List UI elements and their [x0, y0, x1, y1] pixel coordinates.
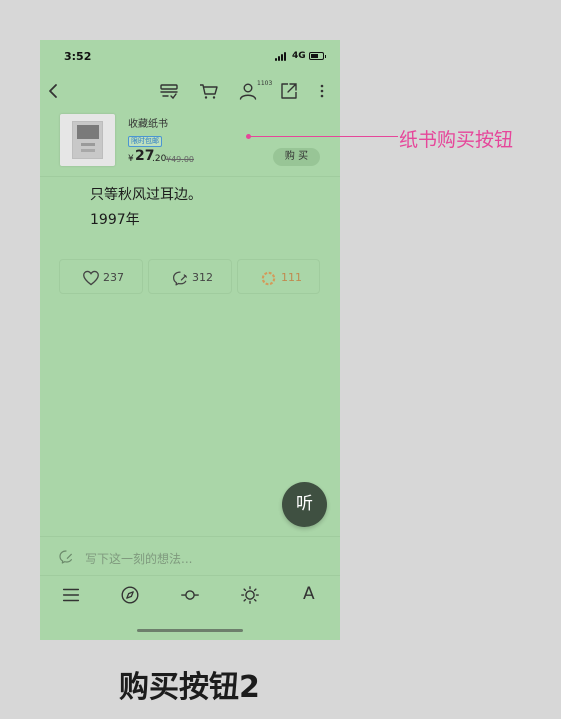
back-icon[interactable]: [42, 79, 66, 103]
pen-comment-icon: [59, 550, 72, 564]
paper-book-card[interactable]: 收藏纸书 限时包邮 ¥ 27 .20 ¥49.00 购 买: [40, 107, 340, 177]
font-settings-button[interactable]: A: [303, 584, 315, 604]
heart-icon: [83, 270, 99, 286]
listen-button[interactable]: 听: [282, 482, 327, 527]
thought-input-placeholder: 写下这一刻的想法...: [85, 552, 193, 566]
share-icon[interactable]: [277, 79, 301, 103]
status-bar: 3:52 4G: [40, 40, 340, 76]
promo-tag: 限时包邮: [128, 136, 162, 147]
buy-button[interactable]: 购 买: [273, 148, 320, 166]
circle-share-icon: [261, 271, 276, 286]
price-symbol: ¥: [128, 154, 134, 164]
content-line: 只等秋风过耳边。: [90, 187, 202, 203]
cart-icon[interactable]: [197, 79, 221, 103]
original-price: ¥49.00: [166, 155, 194, 164]
brightness-icon[interactable]: [239, 584, 261, 606]
book-title: 收藏纸书: [128, 119, 168, 130]
battery-icon: [309, 52, 326, 60]
network-type: 4G: [292, 51, 306, 61]
phone-screen: 3:52 4G 1103 收藏纸书 限时包邮 ¥ 27 .20 ¥49.00 购…: [40, 40, 340, 640]
share-count: 111: [281, 271, 302, 284]
book-cover[interactable]: [60, 114, 115, 166]
more-icon[interactable]: [310, 79, 334, 103]
content-line: 1997年: [90, 212, 140, 228]
comment-icon: [172, 271, 188, 286]
annotation-line: [248, 136, 398, 137]
share-stat-button[interactable]: 111: [237, 259, 320, 294]
annotation-label: 纸书购买按钮: [399, 129, 514, 151]
home-indicator: [137, 629, 243, 632]
price-decimal: .20: [152, 154, 167, 164]
book-shelf-icon[interactable]: [157, 79, 181, 103]
compass-icon[interactable]: [119, 584, 141, 606]
thought-input-bar[interactable]: 写下这一刻的想法...: [40, 536, 340, 576]
signal-icon: [275, 52, 289, 61]
progress-icon[interactable]: [179, 584, 201, 606]
reader-bottom-bar: A: [40, 580, 340, 610]
like-button[interactable]: 237: [59, 259, 143, 294]
comment-button[interactable]: 312: [148, 259, 232, 294]
like-count: 237: [103, 271, 124, 284]
status-time: 3:52: [64, 50, 92, 63]
page-caption: 购买按钮2: [119, 670, 260, 705]
friends-count: 1103: [257, 80, 273, 87]
menu-icon[interactable]: [60, 584, 82, 606]
comment-count: 312: [192, 271, 213, 284]
reader-toolbar: 1103: [40, 76, 340, 106]
